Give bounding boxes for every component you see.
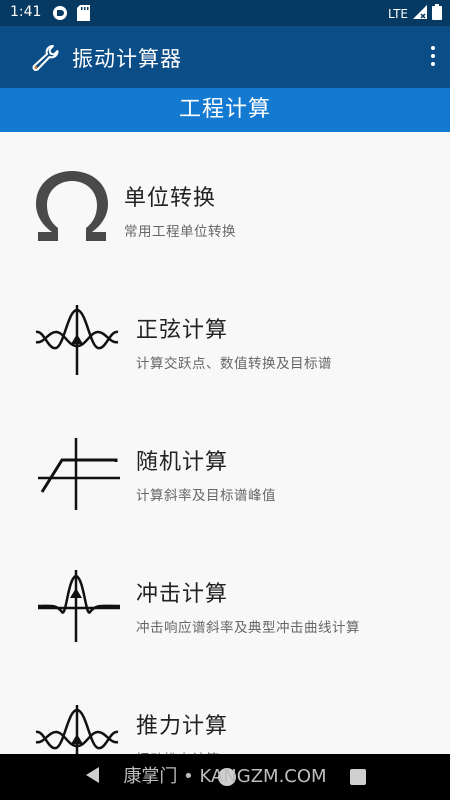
item-title: 随机计算 [136, 450, 229, 475]
item-subtitle: 计算斜率及目标谱峰值 [136, 488, 276, 504]
menu-list: 单位转换 常用工程单位转换 正弦计算 计算交跃点、数值转换及目标谱 随机计算 计… [0, 132, 450, 775]
app-title: 振动计算器 [72, 47, 182, 71]
network-label: LTE [388, 7, 408, 21]
item-title: 正弦计算 [136, 318, 229, 343]
item-subtitle: 冲击响应谱斜率及典型冲击曲线计算 [136, 620, 360, 636]
status-time: 1:41 [10, 4, 42, 20]
omega-icon [34, 168, 110, 248]
item-title: 推力计算 [136, 714, 229, 739]
status-bar: 1:41 LTE [0, 0, 450, 26]
list-item-shock[interactable]: 冲击计算 冲击响应谱斜率及典型冲击曲线计算 [0, 528, 450, 658]
watermark: 康掌门 • KANGZM.COM [123, 766, 327, 787]
list-item-random[interactable]: 随机计算 计算斜率及目标谱峰值 [0, 396, 450, 526]
wrench-icon[interactable] [30, 43, 60, 77]
cast-icon [52, 5, 68, 25]
list-item-sine[interactable]: 正弦计算 计算交跃点、数值转换及目标谱 [0, 264, 450, 394]
signal-icon [412, 4, 428, 24]
status-right-group: LTE [388, 4, 442, 24]
app-bar: 振动计算器 [0, 26, 450, 88]
section-header: 工程计算 [0, 88, 450, 132]
overflow-menu-icon[interactable] [430, 46, 436, 70]
item-subtitle: 常用工程单位转换 [124, 224, 236, 240]
sd-card-icon [77, 5, 90, 25]
item-title: 单位转换 [124, 186, 217, 211]
shock-pulse-icon [36, 568, 122, 648]
sine-wave-icon [34, 302, 120, 382]
item-subtitle: 计算交跃点、数值转换及目标谱 [136, 356, 332, 372]
random-spectrum-icon [36, 436, 122, 516]
item-title: 冲击计算 [136, 582, 229, 607]
list-item-unit-conversion[interactable]: 单位转换 常用工程单位转换 [0, 132, 450, 262]
battery-icon [432, 4, 442, 24]
